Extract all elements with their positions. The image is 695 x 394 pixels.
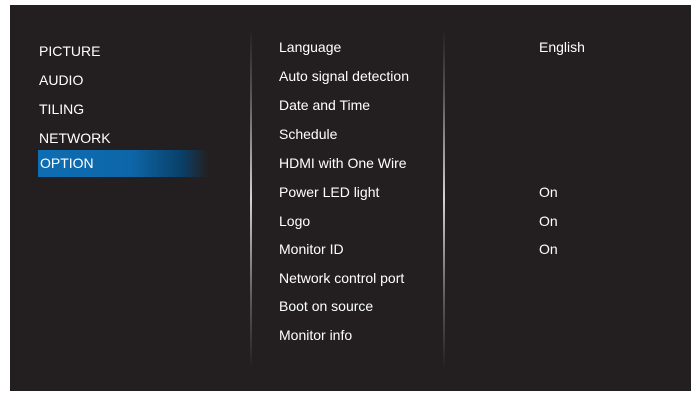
menu-item-option[interactable]: OPTION [38,150,208,177]
value-logo: On [539,213,558,229]
menu-item-audio[interactable]: AUDIO [39,67,83,94]
value-monitor-id: On [539,241,558,257]
osd-menu-window: PICTURE AUDIO TILING NETWORK OPTION Lang… [10,5,691,391]
main-menu-column: PICTURE AUDIO TILING NETWORK OPTION [10,5,250,391]
option-logo[interactable]: Logo [279,208,310,235]
value-power-led-light: On [539,184,558,200]
option-boot-on-source[interactable]: Boot on source [279,293,373,320]
option-hdmi-with-one-wire[interactable]: HDMI with One Wire [279,150,407,177]
option-power-led-light[interactable]: Power LED light [279,179,379,206]
option-date-and-time[interactable]: Date and Time [279,92,370,119]
menu-item-tiling[interactable]: TILING [39,96,84,123]
column-divider-left [250,29,252,369]
option-language[interactable]: Language [279,34,341,61]
option-schedule[interactable]: Schedule [279,121,337,148]
column-divider-right [443,29,445,369]
option-monitor-id[interactable]: Monitor ID [279,236,344,263]
value-language: English [539,39,585,55]
option-network-control-port[interactable]: Network control port [279,265,404,292]
option-auto-signal-detection[interactable]: Auto signal detection [279,63,409,90]
menu-item-picture[interactable]: PICTURE [39,38,100,65]
menu-item-network[interactable]: NETWORK [39,125,111,152]
option-monitor-info[interactable]: Monitor info [279,322,352,349]
